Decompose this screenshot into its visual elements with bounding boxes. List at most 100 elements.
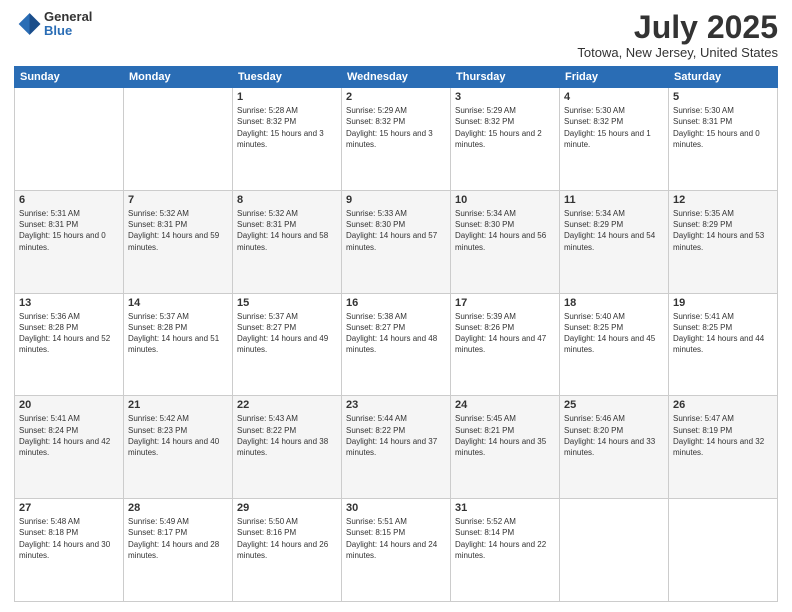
day-number: 7	[128, 194, 228, 206]
day-info: Sunrise: 5:42 AM Sunset: 8:23 PM Dayligh…	[128, 413, 228, 458]
day-info: Sunrise: 5:41 AM Sunset: 8:24 PM Dayligh…	[19, 413, 119, 458]
day-info: Sunrise: 5:47 AM Sunset: 8:19 PM Dayligh…	[673, 413, 773, 458]
day-number: 8	[237, 194, 337, 206]
day-cell: 23 Sunrise: 5:44 AM Sunset: 8:22 PM Dayli…	[342, 396, 451, 499]
day-cell: 15 Sunrise: 5:37 AM Sunset: 8:27 PM Dayli…	[233, 293, 342, 396]
header-row: SundayMondayTuesdayWednesdayThursdayFrid…	[15, 67, 778, 88]
day-cell: 30Sunrise: 5:51 AM Sunset: 8:15 PM Dayli…	[342, 499, 451, 602]
calendar-table: SundayMondayTuesdayWednesdayThursdayFrid…	[14, 66, 778, 602]
day-cell: 17 Sunrise: 5:39 AM Sunset: 8:26 PM Dayli…	[451, 293, 560, 396]
week-row-5: 27 Sunrise: 5:48 AM Sunset: 8:18 PM Dayli…	[15, 499, 778, 602]
day-info: Sunrise: 5:30 AM Sunset: 8:31 PM Dayligh…	[673, 105, 773, 150]
logo: General Blue	[14, 10, 92, 39]
day-cell: 24 Sunrise: 5:45 AM Sunset: 8:21 PM Dayli…	[451, 396, 560, 499]
day-header-thursday: Thursday	[451, 67, 560, 88]
day-info: Sunrise: 5:37 AM Sunset: 8:27 PM Dayligh…	[237, 311, 337, 356]
week-row-2: 6 Sunrise: 5:31 AM Sunset: 8:31 PM Daylig…	[15, 190, 778, 293]
day-header-monday: Monday	[124, 67, 233, 88]
day-info: Sunrise: 5:44 AM Sunset: 8:22 PM Dayligh…	[346, 413, 446, 458]
day-cell: 31Sunrise: 5:52 AM Sunset: 8:14 PM Dayli…	[451, 499, 560, 602]
day-info: Sunrise: 5:37 AM Sunset: 8:28 PM Dayligh…	[128, 311, 228, 356]
day-cell: 9Sunrise: 5:33 AM Sunset: 8:30 PM Daylig…	[342, 190, 451, 293]
day-info: Sunrise: 5:28 AM Sunset: 8:32 PM Dayligh…	[237, 105, 337, 150]
day-cell: 5 Sunrise: 5:30 AM Sunset: 8:31 PM Daylig…	[669, 88, 778, 191]
day-cell: 21 Sunrise: 5:42 AM Sunset: 8:23 PM Dayli…	[124, 396, 233, 499]
day-info: Sunrise: 5:31 AM Sunset: 8:31 PM Dayligh…	[19, 208, 119, 253]
day-header-sunday: Sunday	[15, 67, 124, 88]
day-cell: 13 Sunrise: 5:36 AM Sunset: 8:28 PM Dayli…	[15, 293, 124, 396]
day-cell: 14 Sunrise: 5:37 AM Sunset: 8:28 PM Dayli…	[124, 293, 233, 396]
day-number: 21	[128, 399, 228, 411]
day-info: Sunrise: 5:40 AM Sunset: 8:25 PM Dayligh…	[564, 311, 664, 356]
day-cell: 8 Sunrise: 5:32 AM Sunset: 8:31 PM Daylig…	[233, 190, 342, 293]
day-number: 24	[455, 399, 555, 411]
day-cell: 22Sunrise: 5:43 AM Sunset: 8:22 PM Dayli…	[233, 396, 342, 499]
day-header-saturday: Saturday	[669, 67, 778, 88]
subtitle: Totowa, New Jersey, United States	[577, 45, 778, 60]
day-cell: 18Sunrise: 5:40 AM Sunset: 8:25 PM Dayli…	[560, 293, 669, 396]
day-info: Sunrise: 5:39 AM Sunset: 8:26 PM Dayligh…	[455, 311, 555, 356]
day-info: Sunrise: 5:46 AM Sunset: 8:20 PM Dayligh…	[564, 413, 664, 458]
day-info: Sunrise: 5:38 AM Sunset: 8:27 PM Dayligh…	[346, 311, 446, 356]
day-info: Sunrise: 5:41 AM Sunset: 8:25 PM Dayligh…	[673, 311, 773, 356]
day-number: 4	[564, 91, 664, 103]
day-info: Sunrise: 5:29 AM Sunset: 8:32 PM Dayligh…	[346, 105, 446, 150]
day-cell: 19 Sunrise: 5:41 AM Sunset: 8:25 PM Dayli…	[669, 293, 778, 396]
day-number: 14	[128, 297, 228, 309]
day-number: 19	[673, 297, 773, 309]
day-number: 20	[19, 399, 119, 411]
day-cell: 6 Sunrise: 5:31 AM Sunset: 8:31 PM Daylig…	[15, 190, 124, 293]
day-number: 22	[237, 399, 337, 411]
day-info: Sunrise: 5:45 AM Sunset: 8:21 PM Dayligh…	[455, 413, 555, 458]
day-number: 9	[346, 194, 446, 206]
day-info: Sunrise: 5:32 AM Sunset: 8:31 PM Dayligh…	[128, 208, 228, 253]
day-info: Sunrise: 5:29 AM Sunset: 8:32 PM Dayligh…	[455, 105, 555, 150]
day-number: 5	[673, 91, 773, 103]
day-cell: 26Sunrise: 5:47 AM Sunset: 8:19 PM Dayli…	[669, 396, 778, 499]
day-cell: 1 Sunrise: 5:28 AM Sunset: 8:32 PM Daylig…	[233, 88, 342, 191]
day-number: 3	[455, 91, 555, 103]
day-cell: 7 Sunrise: 5:32 AM Sunset: 8:31 PM Daylig…	[124, 190, 233, 293]
day-info: Sunrise: 5:49 AM Sunset: 8:17 PM Dayligh…	[128, 516, 228, 561]
week-row-1: 1 Sunrise: 5:28 AM Sunset: 8:32 PM Daylig…	[15, 88, 778, 191]
week-row-4: 20 Sunrise: 5:41 AM Sunset: 8:24 PM Dayli…	[15, 396, 778, 499]
day-number: 16	[346, 297, 446, 309]
day-info: Sunrise: 5:30 AM Sunset: 8:32 PM Dayligh…	[564, 105, 664, 150]
day-info: Sunrise: 5:32 AM Sunset: 8:31 PM Dayligh…	[237, 208, 337, 253]
day-info: Sunrise: 5:36 AM Sunset: 8:28 PM Dayligh…	[19, 311, 119, 356]
day-number: 11	[564, 194, 664, 206]
day-info: Sunrise: 5:52 AM Sunset: 8:14 PM Dayligh…	[455, 516, 555, 561]
day-number: 17	[455, 297, 555, 309]
day-number: 23	[346, 399, 446, 411]
day-number: 13	[19, 297, 119, 309]
day-number: 2	[346, 91, 446, 103]
day-cell: 28 Sunrise: 5:49 AM Sunset: 8:17 PM Dayli…	[124, 499, 233, 602]
day-number: 1	[237, 91, 337, 103]
day-cell	[124, 88, 233, 191]
day-number: 10	[455, 194, 555, 206]
logo-general: General	[44, 10, 92, 24]
day-number: 27	[19, 502, 119, 514]
day-cell: 27 Sunrise: 5:48 AM Sunset: 8:18 PM Dayli…	[15, 499, 124, 602]
page: General Blue July 2025 Totowa, New Jerse…	[0, 0, 792, 612]
day-cell: 12Sunrise: 5:35 AM Sunset: 8:29 PM Dayli…	[669, 190, 778, 293]
day-number: 28	[128, 502, 228, 514]
logo-icon	[14, 10, 42, 38]
day-header-wednesday: Wednesday	[342, 67, 451, 88]
day-number: 6	[19, 194, 119, 206]
day-info: Sunrise: 5:50 AM Sunset: 8:16 PM Dayligh…	[237, 516, 337, 561]
day-cell: 29 Sunrise: 5:50 AM Sunset: 8:16 PM Dayli…	[233, 499, 342, 602]
title-block: July 2025 Totowa, New Jersey, United Sta…	[577, 10, 778, 60]
day-cell	[15, 88, 124, 191]
day-cell: 11Sunrise: 5:34 AM Sunset: 8:29 PM Dayli…	[560, 190, 669, 293]
main-title: July 2025	[577, 10, 778, 45]
day-number: 29	[237, 502, 337, 514]
day-info: Sunrise: 5:48 AM Sunset: 8:18 PM Dayligh…	[19, 516, 119, 561]
day-cell: 3 Sunrise: 5:29 AM Sunset: 8:32 PM Daylig…	[451, 88, 560, 191]
day-info: Sunrise: 5:35 AM Sunset: 8:29 PM Dayligh…	[673, 208, 773, 253]
header: General Blue July 2025 Totowa, New Jerse…	[14, 10, 778, 60]
day-cell: 16 Sunrise: 5:38 AM Sunset: 8:27 PM Dayli…	[342, 293, 451, 396]
day-header-tuesday: Tuesday	[233, 67, 342, 88]
day-cell: 10Sunrise: 5:34 AM Sunset: 8:30 PM Dayli…	[451, 190, 560, 293]
day-number: 15	[237, 297, 337, 309]
